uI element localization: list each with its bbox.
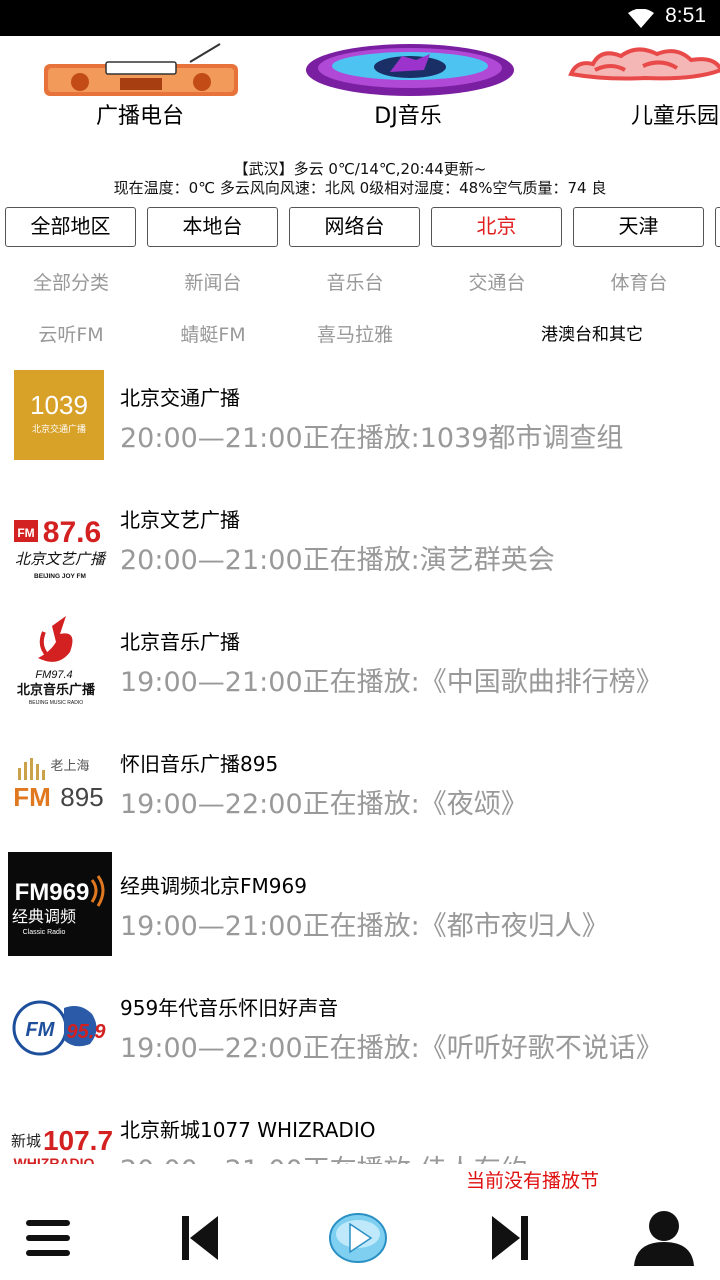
previous-icon (182, 1216, 218, 1260)
region-tab-network[interactable]: 网络台 (289, 207, 420, 247)
station-logo-959: FM 95.9 (12, 1000, 107, 1056)
category-tab-news[interactable]: 新闻台 (142, 268, 284, 295)
logo-974-en: BEIJING MUSIC RADIO (29, 700, 83, 706)
kids-cloud-icon (568, 47, 720, 81)
wifi-icon (628, 9, 654, 28)
station-row[interactable]: FM 87.6 北京文艺广播 BEIJING JOY FM 北京文艺广播 20:… (0, 480, 720, 602)
station-program: 19:00—22:00正在播放:《听听好歌不说话》 (120, 1033, 663, 1064)
logo-876-en: BEIJING JOY FM (34, 573, 86, 580)
station-row[interactable]: FM 95.9 959年代音乐怀旧好声音 19:00—22:00正在播放:《听听… (0, 968, 720, 1090)
station-logo-974: FM97.4 北京音乐广播 BEIJING MUSIC RADIO (17, 616, 96, 706)
logo-969-cn: 经典调频 (12, 907, 76, 926)
station-program: 19:00—21:00正在播放:《都市夜归人》 (120, 911, 609, 942)
logo-1039-text: 1039 (30, 390, 88, 420)
station-row[interactable]: FM97.4 北京音乐广播 BEIJING MUSIC RADIO 北京音乐广播… (0, 602, 720, 724)
logo-1039-subtext: 北京交通广播 (32, 423, 86, 435)
category-tab-music[interactable]: 音乐台 (284, 268, 426, 295)
weather-line-1: 【武汉】多云 0℃/14℃,20:44更新~ (233, 160, 487, 178)
logo-969-en: Classic Radio (23, 929, 66, 936)
station-logo-1077: 新城 107.7 WHIZRADIO (11, 1125, 112, 1164)
category-tab-sports[interactable]: 体育台 (568, 268, 710, 295)
logo-959-freq: 95.9 (67, 1021, 107, 1043)
station-name: 北京文艺广播 (120, 508, 240, 532)
logo-974-fm: FM97.4 (35, 669, 72, 681)
dj-disc-icon (306, 44, 514, 96)
station-name: 怀旧音乐广播895 (120, 752, 279, 776)
radio-cassette-icon (44, 43, 238, 96)
station-name: 北京音乐广播 (120, 630, 240, 654)
top-category-radio-label: 广播电台 (95, 104, 184, 129)
user-button[interactable] (624, 1200, 704, 1276)
logo-1077-en: WHIZRADIO (14, 1155, 95, 1164)
category-tab-qingting[interactable]: 蜻蜓FM (142, 320, 284, 347)
previous-button[interactable] (160, 1200, 240, 1276)
top-category-kids[interactable]: 儿童乐园 (565, 36, 720, 136)
station-program: 20:00—21:00正在播放:佳人有约 (120, 1148, 528, 1164)
region-tab-all[interactable]: 全部地区 (5, 207, 136, 247)
station-logo-1039: 1039 北京交通广播 (14, 370, 104, 460)
region-tab-local[interactable]: 本地台 (147, 207, 278, 247)
station-list: 1039 北京交通广播 北京交通广播 20:00—21:00正在播放:1039都… (0, 358, 720, 1164)
region-tab-tianjin[interactable]: 天津 (573, 207, 704, 247)
top-category-dj[interactable]: DJ音乐 (298, 36, 518, 136)
logo-974-cn: 北京音乐广播 (17, 682, 96, 698)
station-program: 19:00—21:00正在播放:《中国歌曲排行榜》 (120, 667, 663, 698)
station-program: 19:00—22:00正在播放:《夜颂》 (120, 789, 528, 820)
now-playing-notice: 当前没有播放节目 (466, 1170, 598, 1192)
logo-959-fm: FM (26, 1019, 56, 1041)
logo-895-cn: 老上海 (50, 759, 89, 774)
station-name: 经典调频北京FM969 (120, 874, 307, 898)
logo-895-fm: FM (13, 782, 51, 812)
play-button[interactable] (318, 1200, 398, 1276)
play-icon (329, 1213, 387, 1263)
station-row[interactable]: 老上海 FM 895 怀旧音乐广播895 19:00—22:00正在播放:《夜颂… (0, 724, 720, 846)
menu-button[interactable] (8, 1200, 88, 1276)
logo-876-fm: FM (17, 526, 34, 540)
logo-1077-freq: 107.7 (43, 1125, 112, 1156)
station-row[interactable]: FM969 经典调频 Classic Radio 经典调频北京FM969 19:… (0, 846, 720, 968)
category-tab-hk-macau-taiwan[interactable]: 港澳台和其它 (502, 320, 682, 345)
status-time: 8:51 (665, 4, 706, 27)
station-row[interactable]: 新城 107.7 WHIZRADIO 北京新城1077 WHIZRADIO 20… (0, 1090, 720, 1164)
logo-876-cn: 北京文艺广播 (15, 550, 107, 568)
menu-icon (26, 1220, 70, 1256)
category-tab-ximalaya[interactable]: 喜马拉雅 (284, 320, 426, 347)
weather-line-2: 现在温度：0℃ 多云风向风速：北风 0级相对湿度：48%空气质量：74 良 (113, 179, 607, 197)
top-category-radio[interactable]: 广播电台 (30, 36, 250, 136)
station-name: 959年代音乐怀旧好声音 (120, 996, 339, 1020)
top-category-kids-label: 儿童乐园 (630, 104, 719, 129)
station-logo-876: FM 87.6 北京文艺广播 BEIJING JOY FM (14, 516, 107, 580)
station-name: 北京交通广播 (120, 386, 240, 410)
user-icon (634, 1211, 694, 1266)
category-tab-traffic[interactable]: 交通台 (426, 268, 568, 295)
logo-1077-cn: 新城 (11, 1132, 41, 1150)
category-tab-all[interactable]: 全部分类 (0, 268, 142, 295)
player-control-bar (0, 1194, 720, 1280)
status-bar: 8:51 (0, 0, 720, 36)
station-logo-895: 老上海 FM 895 (13, 758, 104, 812)
weather-info: 【武汉】多云 0℃/14℃,20:44更新~ 现在温度：0℃ 多云风向风速：北风… (0, 160, 720, 198)
next-icon (492, 1216, 528, 1260)
logo-895-freq: 895 (60, 782, 103, 812)
next-button[interactable] (470, 1200, 550, 1276)
category-tab-yunting[interactable]: 云听FM (0, 320, 142, 347)
station-row[interactable]: 1039 北京交通广播 北京交通广播 20:00—21:00正在播放:1039都… (0, 358, 720, 480)
station-program: 20:00—21:00正在播放:演艺群英会 (120, 545, 555, 576)
logo-969-fm: FM969 (15, 879, 90, 906)
region-tab-beijing[interactable]: 北京 (431, 207, 562, 247)
logo-876-freq: 87.6 (43, 516, 101, 549)
station-program: 20:00—21:00正在播放:1039都市调查组 (120, 423, 624, 454)
station-name: 北京新城1077 WHIZRADIO (120, 1118, 376, 1142)
region-tabs: 全部地区 本地台 网络台 北京 天津 (0, 207, 720, 247)
top-category-dj-label: DJ音乐 (374, 104, 442, 129)
region-tab-more[interactable] (715, 207, 720, 247)
top-category-strip: 广播电台 DJ音乐 儿童乐园 (0, 36, 720, 136)
station-logo-969: FM969 经典调频 Classic Radio (8, 852, 112, 956)
